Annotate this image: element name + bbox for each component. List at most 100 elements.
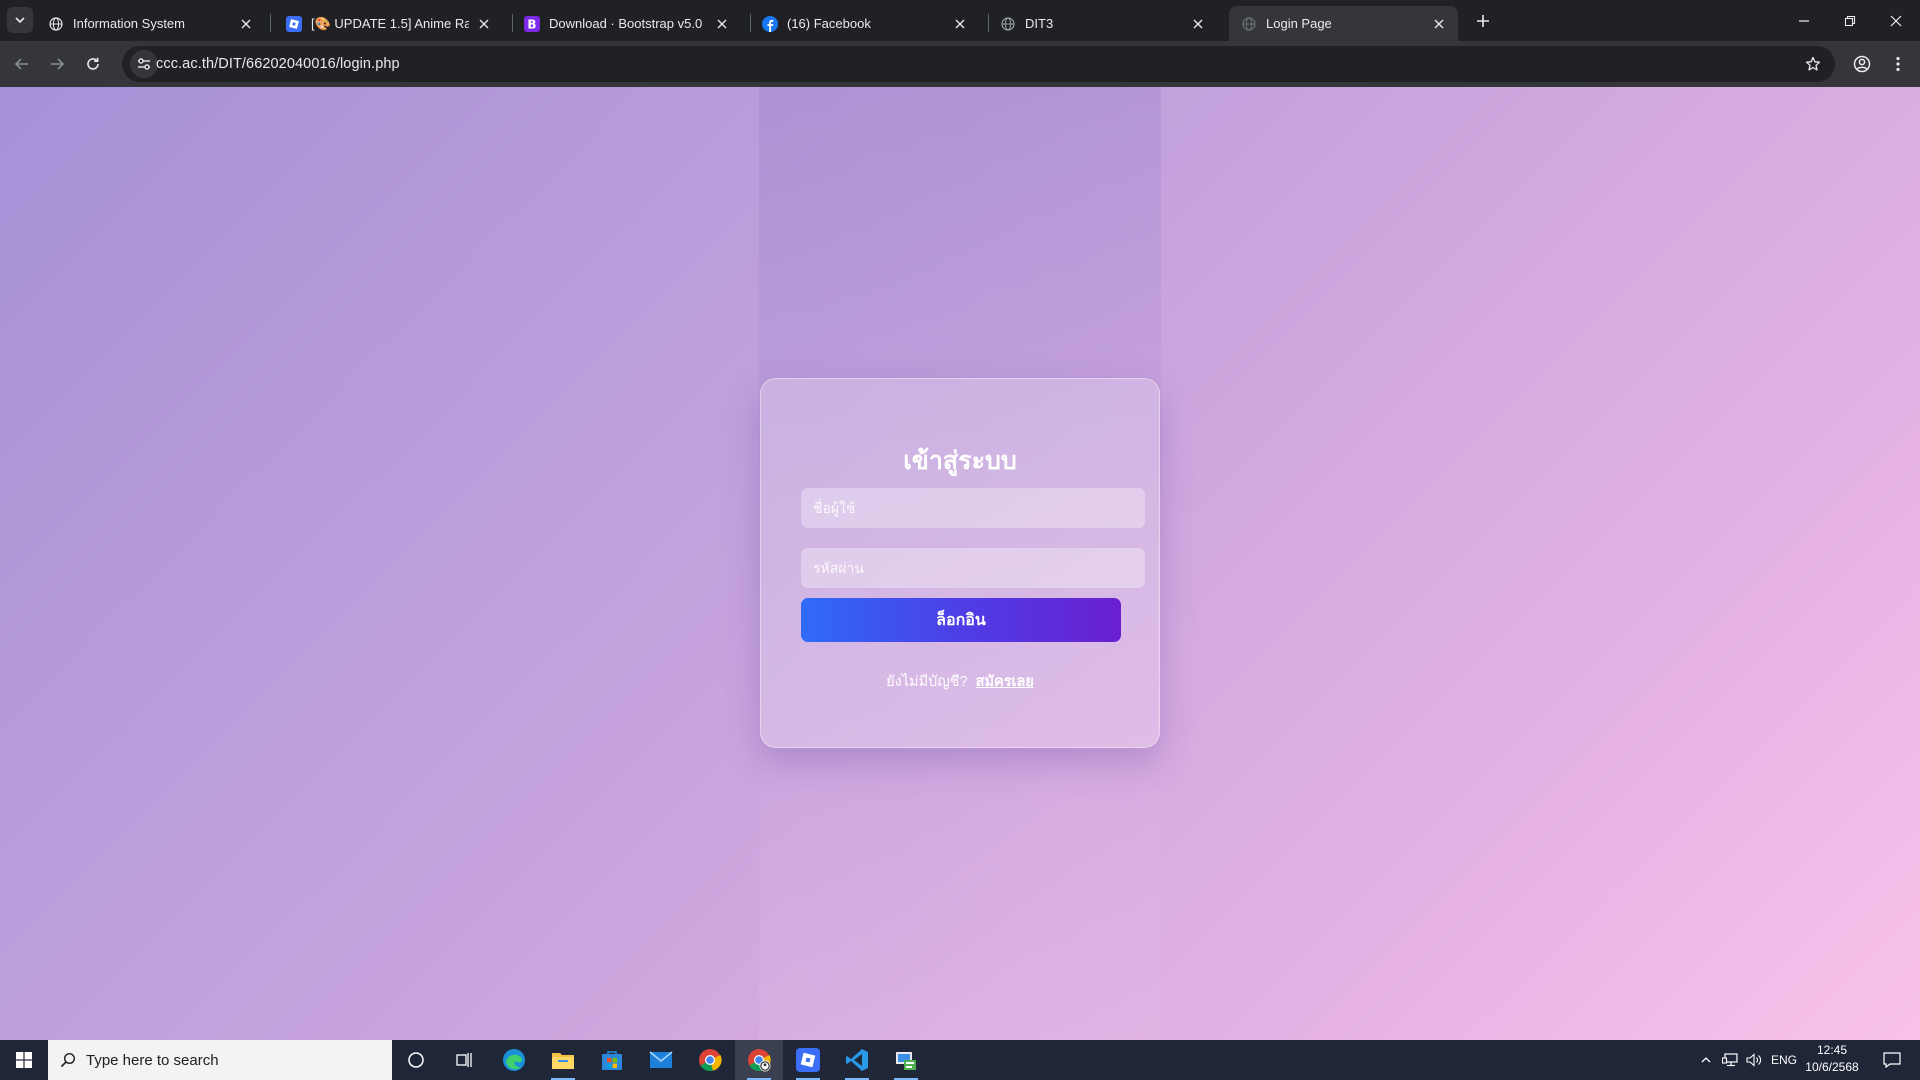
- file-explorer-app[interactable]: [539, 1040, 587, 1080]
- reload-icon: [87, 57, 99, 70]
- facebook-icon: [762, 15, 778, 32]
- roblox-icon: [286, 15, 302, 32]
- tab-login-page[interactable]: Login Page: [1229, 6, 1458, 41]
- tab-title: [🎨 UPDATE 1.5] Anime Rangers X: [311, 15, 469, 31]
- task-view-button[interactable]: [440, 1040, 488, 1080]
- close-icon[interactable]: [951, 15, 969, 33]
- cortana-icon: [408, 1052, 424, 1068]
- tab-anime-rangers[interactable]: [🎨 UPDATE 1.5] Anime Rangers X: [274, 6, 503, 41]
- windows-logo-icon: [16, 1052, 32, 1068]
- task-view-icon: [456, 1053, 472, 1067]
- tab-strip: Information System [🎨 UPDATE 1.5] Anime …: [0, 0, 1920, 41]
- address-bar[interactable]: ccc.ac.th/DIT/66202040016/login.php: [122, 46, 1835, 82]
- notification-center-button[interactable]: [1872, 1040, 1912, 1080]
- url-text[interactable]: ccc.ac.th/DIT/66202040016/login.php: [156, 46, 400, 82]
- store-app[interactable]: [588, 1040, 636, 1080]
- register-row: ยังไม่มีบัญชี? สมัครเลย: [761, 670, 1159, 693]
- edge-app[interactable]: [490, 1040, 538, 1080]
- login-title: เข้าสู่ระบบ: [903, 447, 1017, 475]
- tune-icon: [138, 58, 150, 70]
- password-input[interactable]: [801, 548, 1145, 588]
- tab-bootstrap[interactable]: B Download · Bootstrap v5.0: [512, 6, 741, 41]
- svg-text:B: B: [527, 17, 536, 31]
- bookmark-button[interactable]: [1801, 52, 1825, 76]
- mail-app[interactable]: [637, 1040, 685, 1080]
- window-close-button[interactable]: [1873, 0, 1919, 41]
- taskbar-clock[interactable]: 12:45 10/6/2568: [1800, 1042, 1864, 1078]
- profile-button[interactable]: [1846, 48, 1878, 80]
- kebab-menu-icon: [1896, 56, 1900, 72]
- close-icon[interactable]: [237, 15, 255, 33]
- tray-overflow-button[interactable]: [1695, 1040, 1717, 1080]
- globe-icon: [1241, 16, 1257, 32]
- new-tab-button[interactable]: [1470, 8, 1496, 34]
- close-icon[interactable]: [475, 15, 493, 33]
- clock-time: 12:45: [1816, 1043, 1848, 1057]
- register-prompt: ยังไม่มีบัญชี?: [886, 674, 968, 690]
- globe-icon: [48, 16, 64, 32]
- roblox-app[interactable]: [784, 1040, 832, 1080]
- reload-button[interactable]: [77, 48, 109, 80]
- other-app[interactable]: [882, 1040, 930, 1080]
- account-icon: [1853, 55, 1871, 73]
- mail-icon: [649, 1051, 673, 1068]
- close-icon[interactable]: [1430, 15, 1448, 33]
- login-button[interactable]: ล็อกอิน: [801, 598, 1121, 642]
- login-card: เข้าสู่ระบบ ล็อกอิน ยังไม่มีบัญชี? สมัคร…: [760, 378, 1160, 748]
- close-icon[interactable]: [713, 15, 731, 33]
- tab-title: (16) Facebook: [787, 16, 871, 31]
- vscode-icon: [846, 1049, 868, 1071]
- taskbar-search[interactable]: Type here to search: [48, 1040, 392, 1080]
- language-indicator[interactable]: ENG: [1768, 1040, 1800, 1080]
- browser-toolbar: ccc.ac.th/DIT/66202040016/login.php: [0, 41, 1920, 87]
- back-button[interactable]: [6, 48, 38, 80]
- page-viewport: เข้าสู่ระบบ ล็อกอิน ยังไม่มีบัญชี? สมัคร…: [0, 87, 1920, 1040]
- tab-title: DIT3: [1025, 16, 1054, 31]
- username-input[interactable]: [801, 488, 1145, 528]
- clock-date: 10/6/2568: [1805, 1060, 1859, 1074]
- restore-icon: [1844, 15, 1856, 26]
- volume-button[interactable]: [1742, 1040, 1766, 1080]
- minimize-button[interactable]: [1781, 0, 1827, 41]
- register-link[interactable]: สมัครเลย: [976, 674, 1034, 690]
- start-button[interactable]: [0, 1040, 48, 1080]
- search-icon: [60, 1052, 76, 1068]
- file-explorer-icon: [552, 1053, 574, 1069]
- restore-button[interactable]: [1827, 0, 1873, 41]
- edge-icon: [503, 1049, 525, 1071]
- vscode-app[interactable]: [833, 1040, 881, 1080]
- menu-button[interactable]: [1882, 48, 1914, 80]
- chevron-down-icon: [15, 17, 25, 24]
- forward-arrow-icon: [51, 58, 65, 70]
- tab-title: Information System: [73, 16, 185, 31]
- close-icon: [1890, 15, 1902, 26]
- roblox-icon: [796, 1048, 820, 1072]
- tab-information-system[interactable]: Information System: [36, 6, 265, 41]
- volume-icon: [1746, 1053, 1761, 1067]
- tab-dit3[interactable]: DIT3: [988, 6, 1217, 41]
- network-button[interactable]: [1718, 1040, 1742, 1080]
- close-icon[interactable]: [1189, 15, 1207, 33]
- chrome-icon: [699, 1049, 722, 1072]
- tab-title: Download · Bootstrap v5.0: [549, 16, 703, 31]
- tab-search-button[interactable]: [7, 7, 33, 33]
- tab-facebook[interactable]: (16) Facebook: [750, 6, 979, 41]
- bootstrap-icon: B: [524, 15, 540, 32]
- globe-icon: [1000, 16, 1016, 32]
- forward-button[interactable]: [41, 48, 73, 80]
- star-icon: [1805, 56, 1821, 71]
- app-icon: [896, 1052, 916, 1070]
- cortana-button[interactable]: [392, 1040, 440, 1080]
- network-icon: [1722, 1053, 1738, 1067]
- site-info-button[interactable]: [130, 50, 158, 78]
- back-arrow-icon: [14, 58, 28, 70]
- chevron-up-icon: [1701, 1057, 1711, 1063]
- tab-separator: [270, 14, 271, 32]
- chrome-app[interactable]: [686, 1040, 734, 1080]
- minimize-icon: [1799, 19, 1809, 22]
- taskbar: Type here to search ENG 12:45 10/6/2568: [0, 1040, 1920, 1080]
- chrome-profile-app[interactable]: [735, 1040, 783, 1080]
- plus-icon: [1477, 15, 1489, 27]
- search-placeholder: Type here to search: [86, 1051, 219, 1069]
- tab-title: Login Page: [1266, 16, 1332, 31]
